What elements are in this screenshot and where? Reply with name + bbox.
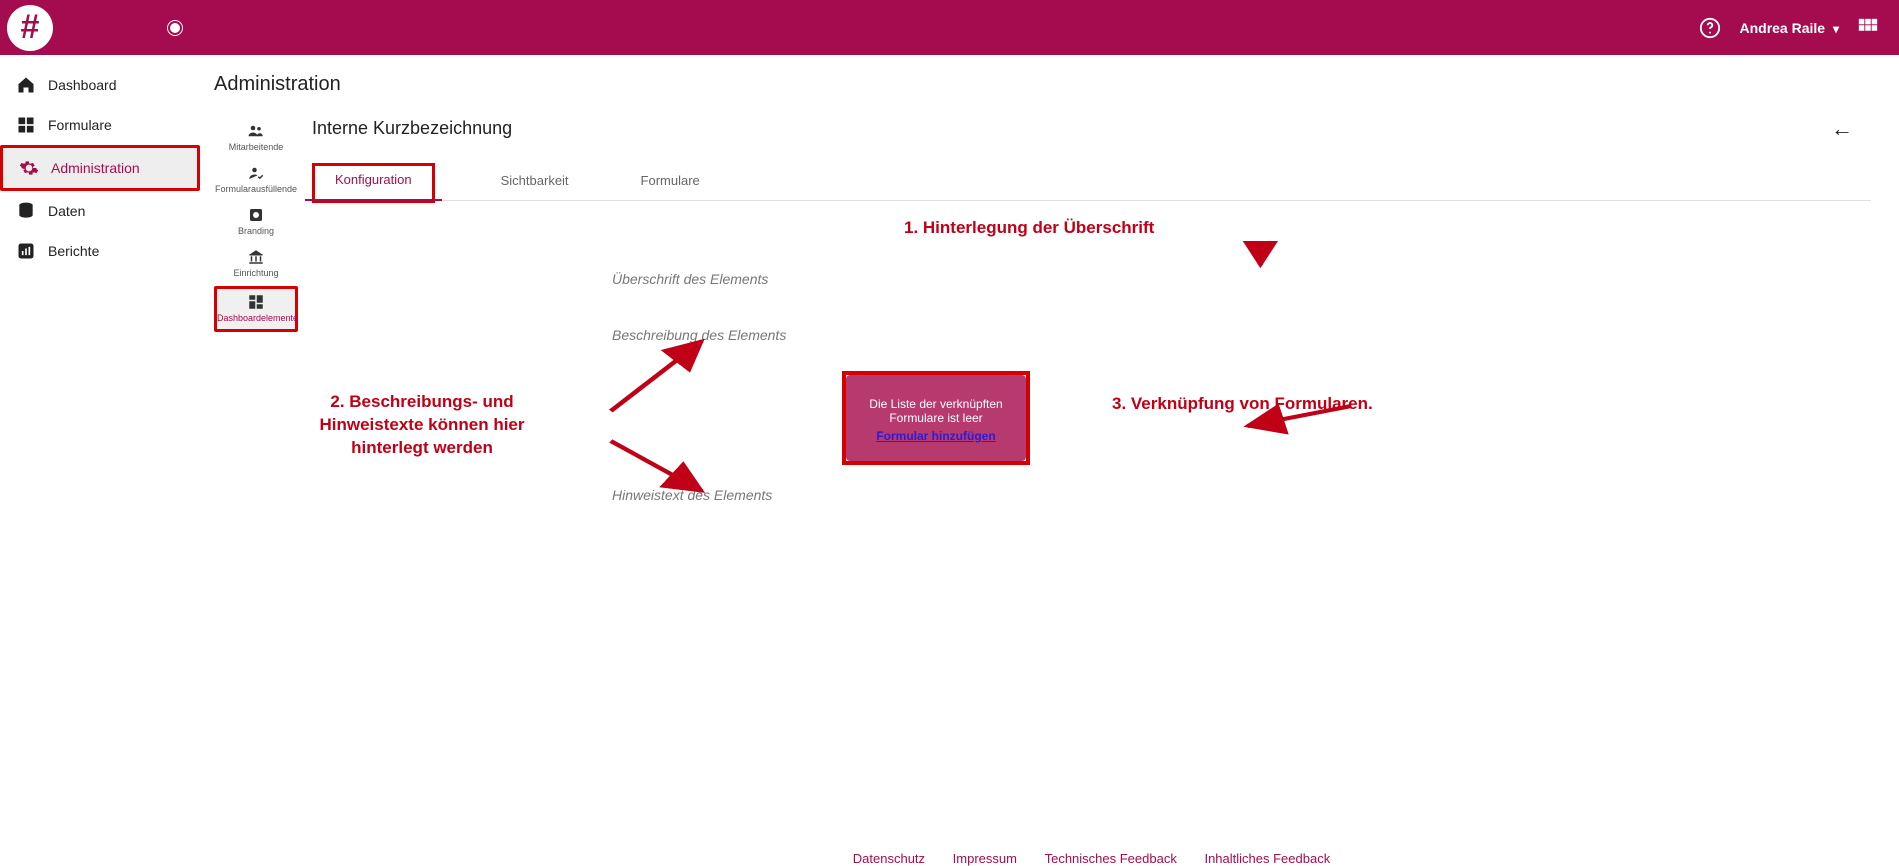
user-menu[interactable]: Andrea Raile ▾ bbox=[1739, 20, 1839, 36]
subnav-label: Branding bbox=[238, 226, 274, 236]
admin-body: Interne Kurzbezeichnung ← Konfiguration … bbox=[298, 112, 1871, 866]
sidebar-item-administration[interactable]: Administration bbox=[0, 145, 200, 191]
linked-forms-box: Die Liste der verknüpften Formulare ist … bbox=[846, 375, 1026, 461]
content-area: Administration Mitarbeitende Formularaus… bbox=[200, 55, 1899, 756]
linked-forms-highlight: Die Liste der verknüpften Formulare ist … bbox=[842, 371, 1030, 465]
subnav-label: Dashboardelemente bbox=[217, 313, 298, 323]
tab-konfiguration[interactable]: Konfiguration bbox=[312, 163, 435, 203]
person-check-icon bbox=[245, 164, 267, 182]
tab-label: Formulare bbox=[641, 173, 700, 188]
sidebar-item-label: Dashboard bbox=[48, 77, 117, 93]
footer-link-tech-feedback[interactable]: Technisches Feedback bbox=[1045, 851, 1177, 866]
sidebar-item-berichte[interactable]: Berichte bbox=[0, 231, 200, 271]
description-input[interactable]: Beschreibung des Elements bbox=[612, 327, 786, 343]
sidebar-item-label: Berichte bbox=[48, 243, 99, 259]
hint-input[interactable]: Hinweistext des Elements bbox=[612, 487, 772, 503]
tabs: Konfiguration Sichtbarkeit Formulare bbox=[312, 163, 1871, 201]
tab-formulare[interactable]: Formulare bbox=[635, 163, 706, 200]
people-icon bbox=[245, 122, 267, 140]
username-label: Andrea Raile bbox=[1739, 20, 1825, 36]
linked-forms-empty-text: Die Liste der verknüpften Formulare ist … bbox=[869, 397, 1002, 425]
annotation-1: 1. Hinterlegung der Überschrift bbox=[904, 217, 1154, 240]
institution-icon bbox=[245, 248, 267, 266]
footer-link-impressum[interactable]: Impressum bbox=[953, 851, 1017, 866]
subnav-label: Einrichtung bbox=[233, 268, 278, 278]
tab-label: Sichtbarkeit bbox=[501, 173, 569, 188]
tab-label: Konfiguration bbox=[335, 172, 412, 187]
page-title: Administration bbox=[214, 73, 1871, 96]
database-icon bbox=[16, 201, 36, 221]
sidebar-item-label: Daten bbox=[48, 203, 85, 219]
record-indicator-icon bbox=[170, 23, 180, 33]
annotation-2: 2. Beschreibungs- und Hinweistexte könne… bbox=[292, 391, 552, 460]
heading-input[interactable]: Überschrift des Elements bbox=[612, 271, 768, 287]
annotation-3: 3. Verknüpfung von Formularen. bbox=[1112, 393, 1432, 416]
subnav-item-mitarbeitende[interactable]: Mitarbeitende bbox=[214, 118, 298, 158]
footer-link-content-feedback[interactable]: Inhaltliches Feedback bbox=[1204, 851, 1330, 866]
app-logo: # bbox=[0, 0, 60, 55]
sidebar-item-formulare[interactable]: Formulare bbox=[0, 105, 200, 145]
svg-text:#: # bbox=[21, 8, 40, 46]
form-area: 1. Hinterlegung der Überschrift 2. Besch… bbox=[312, 241, 1871, 561]
subnav-item-dashboardelemente[interactable]: Dashboardelemente bbox=[214, 286, 298, 332]
admin-subnav: Mitarbeitende Formularausfüllende Brandi… bbox=[214, 112, 298, 866]
add-form-link[interactable]: Formular hinzufügen bbox=[868, 429, 1004, 443]
main-sidebar: Dashboard Formulare Administration Daten… bbox=[0, 55, 200, 756]
tab-sichtbarkeit[interactable]: Sichtbarkeit bbox=[495, 163, 575, 200]
back-arrow-icon[interactable]: ← bbox=[1831, 116, 1853, 142]
footer-link-datenschutz[interactable]: Datenschutz bbox=[853, 851, 925, 866]
apps-grid-icon[interactable] bbox=[1857, 17, 1879, 39]
section-title: Interne Kurzbezeichnung bbox=[312, 118, 1871, 139]
chevron-down-icon: ▾ bbox=[1833, 22, 1839, 36]
chart-icon bbox=[16, 241, 36, 261]
subnav-item-branding[interactable]: Branding bbox=[214, 202, 298, 242]
help-icon[interactable] bbox=[1699, 17, 1721, 39]
top-bar: # Andrea Raile ▾ bbox=[0, 0, 1899, 55]
footer-links: Datenschutz Impressum Technisches Feedba… bbox=[312, 851, 1871, 866]
grid-icon bbox=[16, 115, 36, 135]
sidebar-item-label: Administration bbox=[51, 160, 140, 176]
branding-icon bbox=[245, 206, 267, 224]
sidebar-item-label: Formulare bbox=[48, 117, 112, 133]
subnav-item-formularausfuellende[interactable]: Formularausfüllende bbox=[214, 160, 298, 200]
dashboard-elements-icon bbox=[245, 293, 267, 311]
sidebar-item-dashboard[interactable]: Dashboard bbox=[0, 65, 200, 105]
subnav-label: Formularausfüllende bbox=[215, 184, 297, 194]
gear-icon bbox=[19, 158, 39, 178]
subnav-item-einrichtung[interactable]: Einrichtung bbox=[214, 244, 298, 284]
sidebar-item-daten[interactable]: Daten bbox=[0, 191, 200, 231]
home-icon bbox=[16, 75, 36, 95]
subnav-label: Mitarbeitende bbox=[229, 142, 284, 152]
